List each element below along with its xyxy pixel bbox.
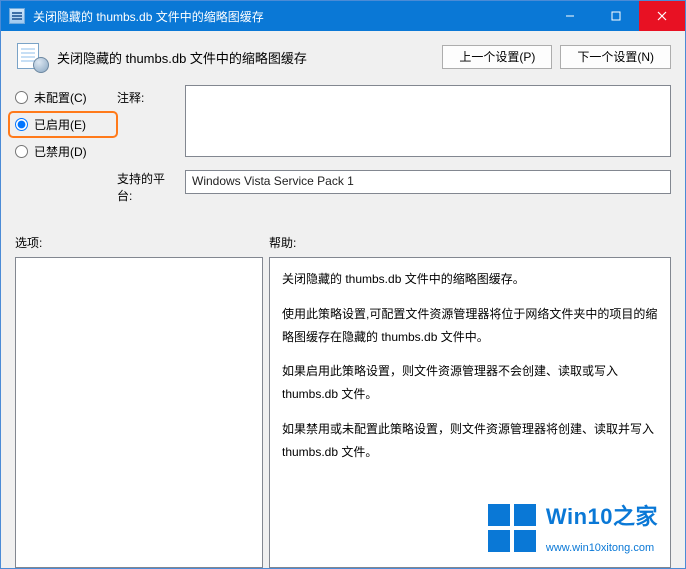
mid-labels: 选项: 帮助: xyxy=(1,208,685,257)
help-pane[interactable]: 关闭隐藏的 thumbs.db 文件中的缩略图缓存。 使用此策略设置,可配置文件… xyxy=(269,257,671,568)
app-icon xyxy=(9,8,25,24)
help-label: 帮助: xyxy=(269,234,671,251)
titlebar: 关闭隐藏的 thumbs.db 文件中的缩略图缓存 xyxy=(1,1,685,31)
policy-icon xyxy=(15,43,47,71)
help-p3: 如果启用此策略设置，则文件资源管理器不会创建、读取或写入 thumbs.db 文… xyxy=(282,360,658,406)
radio-enabled-input[interactable] xyxy=(15,118,28,131)
policy-title: 关闭隐藏的 thumbs.db 文件中的缩略图缓存 xyxy=(57,48,432,67)
radio-enabled-label: 已启用(E) xyxy=(34,116,86,133)
nav-buttons: 上一个设置(P) 下一个设置(N) xyxy=(442,45,671,69)
platform-value: Windows Vista Service Pack 1 xyxy=(185,170,671,194)
watermark-brand: Win10之家 xyxy=(546,496,658,538)
maximize-button[interactable] xyxy=(593,1,639,31)
watermark-url: www.win10xitong.com xyxy=(546,538,658,559)
radio-enabled[interactable]: 已启用(E) xyxy=(11,114,115,135)
radio-disabled-input[interactable] xyxy=(15,145,28,158)
comment-label: 注释: xyxy=(117,85,179,106)
platform-label: 支持的平台: xyxy=(117,170,179,204)
next-setting-button[interactable]: 下一个设置(N) xyxy=(560,45,671,69)
options-label: 选项: xyxy=(15,234,269,251)
radio-not-configured[interactable]: 未配置(C) xyxy=(15,89,111,106)
window-title: 关闭隐藏的 thumbs.db 文件中的缩略图缓存 xyxy=(31,8,547,25)
prev-setting-button[interactable]: 上一个设置(P) xyxy=(442,45,552,69)
help-p4: 如果禁用或未配置此策略设置，则文件资源管理器将创建、读取并写入 thumbs.d… xyxy=(282,418,658,464)
close-button[interactable] xyxy=(639,1,685,31)
watermark: Win10之家 www.win10xitong.com xyxy=(488,496,658,559)
panes: 关闭隐藏的 thumbs.db 文件中的缩略图缓存。 使用此策略设置,可配置文件… xyxy=(1,257,685,568)
help-p1: 关闭隐藏的 thumbs.db 文件中的缩略图缓存。 xyxy=(282,268,658,291)
minimize-button[interactable] xyxy=(547,1,593,31)
comment-textarea[interactable] xyxy=(185,85,671,157)
config-area: 未配置(C) 已启用(E) 已禁用(D) 注释: 支持的平台: Windows … xyxy=(1,79,685,208)
options-pane[interactable] xyxy=(15,257,263,568)
radio-disabled-label: 已禁用(D) xyxy=(34,143,87,160)
radio-disabled[interactable]: 已禁用(D) xyxy=(15,143,111,160)
header: 关闭隐藏的 thumbs.db 文件中的缩略图缓存 上一个设置(P) 下一个设置… xyxy=(1,31,685,79)
state-radios: 未配置(C) 已启用(E) 已禁用(D) xyxy=(15,85,111,160)
windows-logo-icon xyxy=(488,504,536,552)
help-p2: 使用此策略设置,可配置文件资源管理器将位于网络文件夹中的项目的缩略图缓存在隐藏的… xyxy=(282,303,658,349)
radio-not-configured-input[interactable] xyxy=(15,91,28,104)
radio-not-configured-label: 未配置(C) xyxy=(34,89,87,106)
policy-editor-window: 关闭隐藏的 thumbs.db 文件中的缩略图缓存 关闭隐藏的 thumbs.d… xyxy=(0,0,686,569)
